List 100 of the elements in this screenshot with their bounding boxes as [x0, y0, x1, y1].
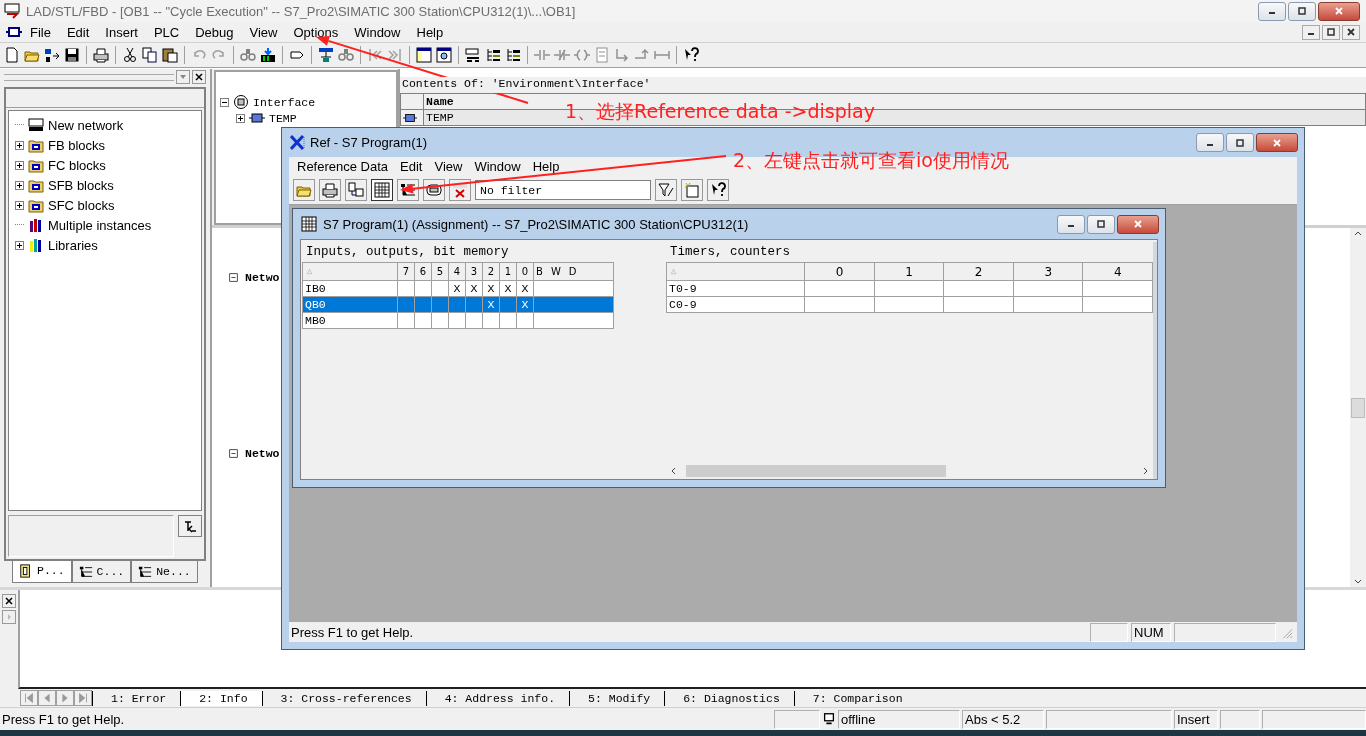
branch-open-icon[interactable]: [614, 47, 630, 63]
close-button[interactable]: [1117, 214, 1159, 234]
tree-item[interactable]: TEMP: [269, 111, 297, 125]
grip-handle[interactable]: [4, 73, 174, 81]
collapse-toggle[interactable]: [228, 271, 239, 283]
output-tab[interactable]: 5: Modify: [569, 690, 665, 706]
scrollbar[interactable]: [1350, 228, 1366, 587]
tree-item[interactable]: FC blocks: [48, 157, 106, 173]
maximize-button[interactable]: [1226, 133, 1254, 152]
expand-toggle[interactable]: [15, 200, 24, 210]
jump-icon[interactable]: [183, 519, 197, 533]
expand-toggle[interactable]: [236, 113, 245, 123]
tree-item[interactable]: Libraries: [48, 237, 98, 253]
column-header[interactable]: 3: [1013, 262, 1083, 281]
menu-item[interactable]: Help: [526, 158, 566, 175]
collapse-toggle[interactable]: [228, 447, 239, 459]
tree-item[interactable]: Multiple instances: [48, 217, 152, 233]
minimize-button[interactable]: [1057, 214, 1085, 234]
tree-icon[interactable]: [505, 47, 521, 63]
tree-icon[interactable]: [485, 47, 501, 63]
menu-item[interactable]: View: [428, 158, 469, 175]
nc-contact-icon[interactable]: [554, 47, 570, 63]
jump-button[interactable]: [178, 515, 202, 537]
glasses-icon[interactable]: [338, 47, 354, 63]
column-header[interactable]: 0: [804, 262, 875, 281]
maximize-button[interactable]: [1288, 1, 1316, 21]
scroll-thumb[interactable]: [1351, 397, 1365, 418]
status-field: [1220, 709, 1260, 729]
jump-forward-icon[interactable]: [387, 47, 403, 63]
paste-icon[interactable]: [162, 47, 178, 63]
tree-item[interactable]: SFB blocks: [48, 177, 114, 193]
menu-item[interactable]: Reference Data: [291, 158, 395, 175]
menu-item[interactable]: View: [241, 23, 286, 41]
network-insert-icon[interactable]: [465, 47, 481, 63]
jump-back-icon[interactable]: [367, 47, 383, 63]
copy-icon[interactable]: [142, 47, 158, 63]
tree-item[interactable]: New network: [48, 117, 124, 133]
menu-item[interactable]: Debug: [187, 23, 242, 41]
output-tab[interactable]: 3: Cross-references: [261, 690, 426, 706]
table-row[interactable]: QB0 X X: [302, 296, 614, 313]
table-row[interactable]: MB0: [302, 312, 614, 329]
document-icon[interactable]: [6, 24, 22, 40]
menu-item[interactable]: Window: [346, 23, 409, 41]
chart-icon[interactable]: [260, 47, 276, 63]
books-icon: [28, 217, 44, 233]
tree-item[interactable]: FB blocks: [48, 137, 106, 153]
new-file-icon[interactable]: [4, 47, 20, 63]
maximize-icon[interactable]: [1096, 219, 1106, 229]
minimize-button[interactable]: [1258, 1, 1286, 21]
maximize-button[interactable]: [1087, 214, 1115, 234]
network-icon[interactable]: [318, 47, 334, 63]
menu-item[interactable]: Edit: [58, 23, 98, 41]
menu-item[interactable]: Help: [408, 23, 452, 41]
output-tab[interactable]: 4: Address info.: [425, 690, 570, 706]
close-button[interactable]: [1342, 24, 1360, 40]
maximize-button[interactable]: [1322, 24, 1340, 40]
minimize-button[interactable]: [1196, 133, 1224, 152]
expand-toggle[interactable]: [15, 240, 24, 250]
output-tab[interactable]: 7: Comparison: [793, 690, 917, 706]
column-header[interactable]: B: [536, 266, 543, 277]
close-button[interactable]: [1318, 1, 1360, 21]
tree-item[interactable]: Interface: [253, 95, 316, 109]
panel-tab[interactable]: P...: [12, 561, 72, 583]
help-icon[interactable]: [683, 47, 699, 63]
close-button[interactable]: [1256, 133, 1298, 152]
download-icon[interactable]: [44, 47, 60, 63]
column-header[interactable]: D: [568, 266, 577, 277]
panel-tab[interactable]: C...: [71, 561, 132, 583]
menu-item[interactable]: Window: [468, 158, 527, 175]
filter-dropdown[interactable]: No filter: [475, 180, 651, 200]
save-icon[interactable]: [64, 47, 80, 63]
menu-item[interactable]: PLC: [145, 23, 188, 41]
window-icon[interactable]: [416, 47, 432, 63]
expand-toggle[interactable]: [15, 160, 24, 170]
maximize-icon[interactable]: [1235, 137, 1245, 148]
maximize-icon[interactable]: [1297, 6, 1307, 16]
maximize-icon[interactable]: [1326, 27, 1336, 37]
tree-item[interactable]: SFC blocks: [48, 197, 115, 213]
print-icon[interactable]: [93, 47, 109, 63]
column-header[interactable]: W: [550, 266, 561, 277]
expand-toggle[interactable]: [15, 140, 24, 150]
expand-toggle[interactable]: [15, 180, 24, 190]
zoom-icon[interactable]: [436, 47, 452, 63]
menu-item[interactable]: Insert: [97, 23, 146, 41]
menu-item[interactable]: Edit: [394, 158, 429, 175]
column-header[interactable]: 1: [874, 262, 944, 281]
output-tab[interactable]: 2: Info: [180, 690, 262, 706]
output-tab[interactable]: 6: Diagnostics: [664, 690, 794, 706]
table-row[interactable]: IB0 X X X X X: [302, 280, 614, 297]
cut-icon[interactable]: [122, 47, 138, 63]
column-header[interactable]: 2: [943, 262, 1014, 281]
coil-icon[interactable]: [574, 47, 590, 63]
panel-tab[interactable]: Ne...: [131, 561, 198, 583]
column-header[interactable]: 4: [1082, 262, 1153, 281]
menu-item[interactable]: Options: [285, 23, 347, 41]
close-icon[interactable]: [1346, 27, 1356, 37]
menu-item[interactable]: File: [22, 23, 59, 41]
minimize-button[interactable]: [1302, 24, 1320, 40]
collapse-toggle[interactable]: [220, 97, 229, 107]
scroll-thumb[interactable]: [686, 465, 946, 477]
